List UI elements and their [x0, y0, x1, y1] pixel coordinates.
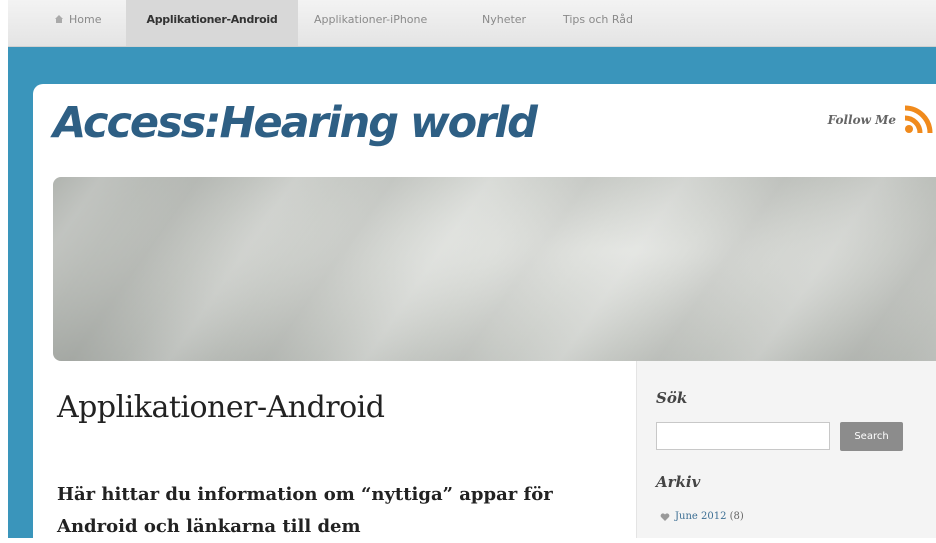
archive-item[interactable]: June 2012 (8): [660, 511, 744, 522]
search-input[interactable]: [656, 422, 830, 450]
follow-me-label: Follow Me: [827, 113, 896, 127]
archive-count: (8): [729, 511, 744, 522]
home-icon: [55, 15, 63, 23]
header-banner-image: [53, 177, 936, 361]
content-panel: Access:Hearing world Follow Me Applikati…: [33, 84, 936, 538]
nav-item-tips-och-rad[interactable]: Tips och Råd: [563, 0, 633, 46]
nav-item-home[interactable]: Home: [46, 0, 109, 46]
nav-item-label: Tips och Råd: [563, 13, 634, 26]
page-title: Applikationer-Android: [57, 390, 385, 425]
top-navigation: Home Applikationer-Android Applikationer…: [8, 0, 936, 47]
rss-icon[interactable]: [902, 104, 934, 136]
site-title[interactable]: Access:Hearing world: [53, 98, 538, 148]
archive-heading: Arkiv: [656, 473, 701, 491]
nav-item-nyheter[interactable]: Nyheter: [482, 0, 526, 46]
heart-icon: [660, 512, 670, 521]
intro-text: Här hittar du information om “nyttiga” a…: [57, 484, 553, 537]
archive-link[interactable]: June 2012: [675, 511, 726, 522]
nav-item-label: Home: [69, 13, 102, 26]
sidebar: Sök Search Arkiv June 2012 (8): [636, 361, 936, 538]
search-button[interactable]: Search: [840, 422, 903, 451]
follow-me[interactable]: Follow Me: [828, 100, 934, 140]
nav-item-applikationer-android[interactable]: Applikationer-Android: [126, 0, 298, 46]
nav-item-label: Applikationer-Android: [146, 13, 278, 26]
search-heading: Sök: [656, 389, 688, 407]
nav-item-label: Nyheter: [482, 13, 527, 26]
banner-shade: [53, 177, 936, 361]
nav-item-label: Applikationer-iPhone: [314, 13, 428, 26]
nav-item-applikationer-iphone[interactable]: Applikationer-iPhone: [314, 0, 427, 46]
